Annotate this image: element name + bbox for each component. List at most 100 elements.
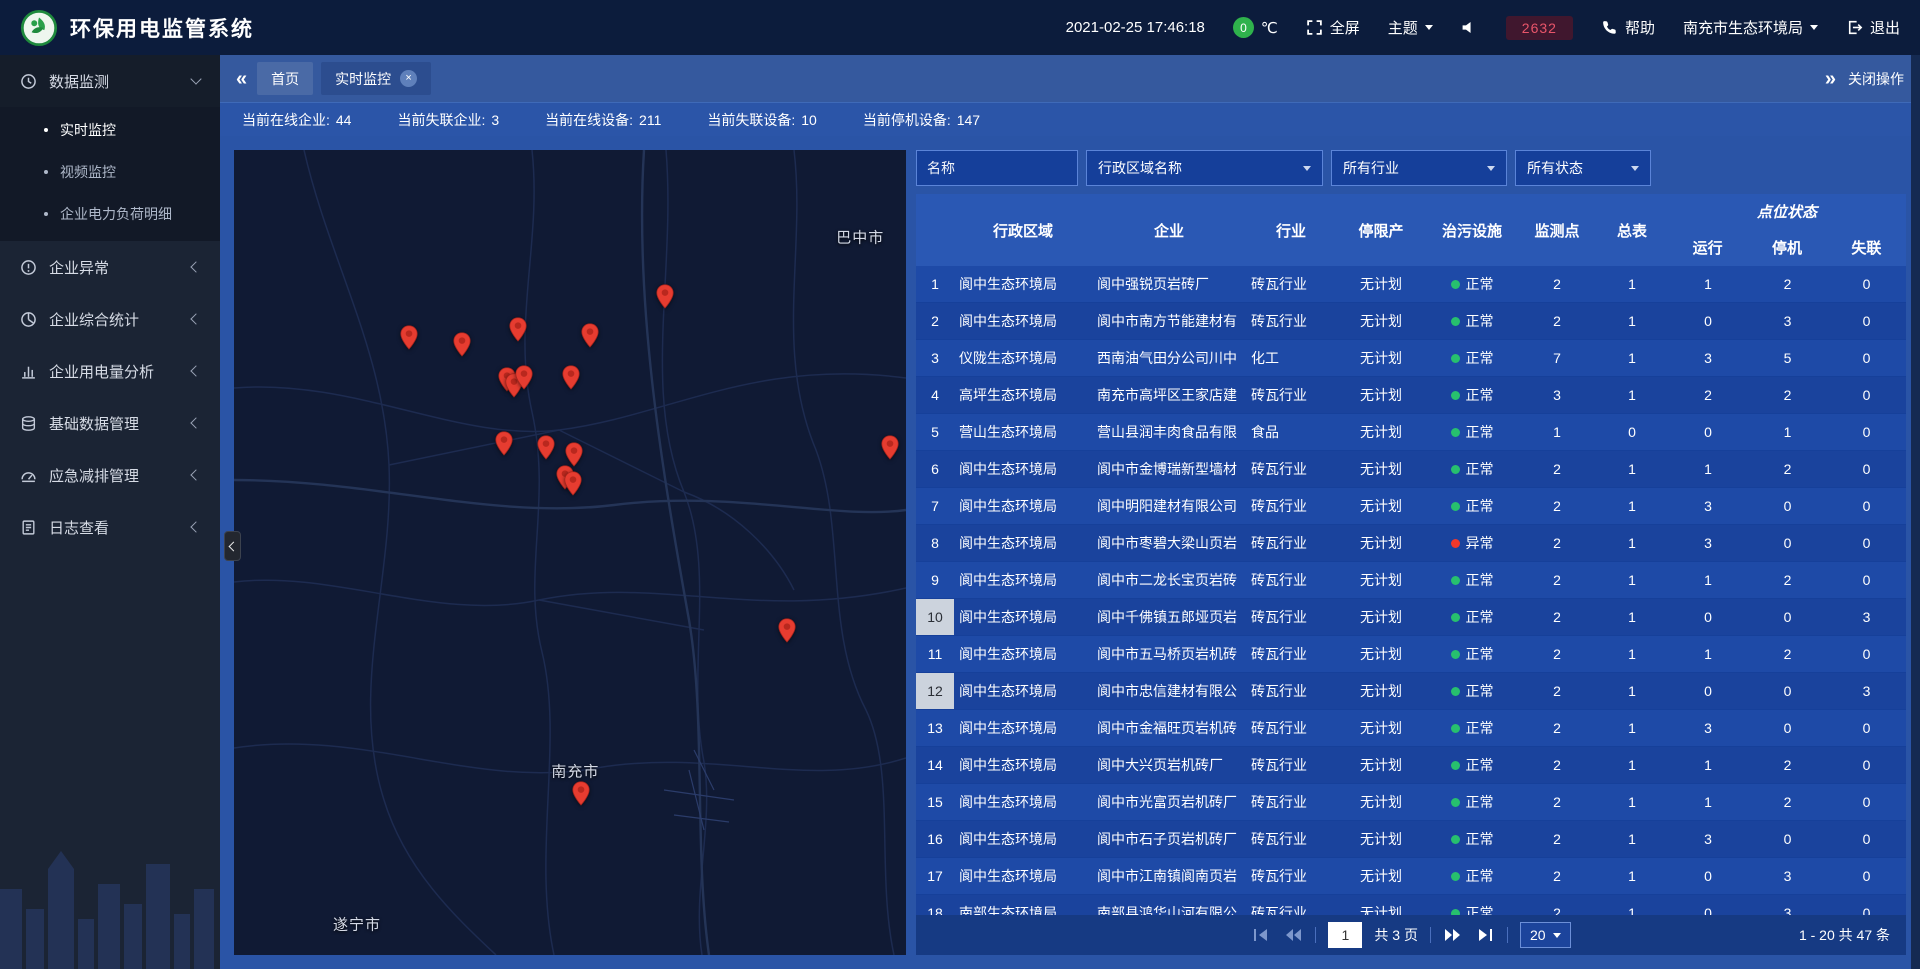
name-filter-input[interactable] — [916, 150, 1078, 186]
first-page-button[interactable] — [1251, 928, 1271, 942]
industry-filter-select[interactable]: 所有行业 — [1331, 150, 1507, 186]
sidebar-item-2[interactable]: 企业综合统计 — [0, 293, 220, 345]
tab-close-icon[interactable]: × — [400, 70, 417, 87]
page-size-select[interactable]: 20 — [1520, 922, 1571, 948]
table-row[interactable]: 10阆中生态环境局阆中千佛镇五郎垭页岩砖瓦行业无计划正常21003 — [916, 599, 1906, 636]
tab-1[interactable]: 实时监控× — [321, 62, 431, 95]
cell-lost: 0 — [1827, 747, 1906, 783]
map-pin-icon[interactable] — [399, 325, 418, 350]
table-row[interactable]: 15阆中生态环境局阆中市光富页岩机砖厂砖瓦行业无计划正常21120 — [916, 784, 1906, 821]
table-row[interactable]: 18南部生态环境局南部县鸿华山河有限公砖瓦行业无计划正常21030 — [916, 895, 1906, 915]
region-filter-select[interactable]: 行政区域名称 — [1086, 150, 1323, 186]
cell-total-meter: 1 — [1596, 858, 1668, 894]
theme-dropdown[interactable]: 主题 — [1388, 17, 1433, 38]
next-page-button[interactable] — [1443, 928, 1463, 942]
last-page-button[interactable] — [1475, 928, 1495, 942]
map-pin-icon[interactable] — [572, 781, 591, 806]
cell-facility: 正常 — [1426, 710, 1518, 746]
emergency-icon — [20, 467, 37, 484]
tab-scroll-left-icon[interactable]: « — [236, 69, 247, 89]
bullet-icon — [44, 212, 48, 216]
map[interactable]: 巴中市南充市遂宁市 — [234, 150, 906, 955]
map-pin-icon[interactable] — [536, 435, 555, 460]
page-number-input[interactable] — [1328, 922, 1362, 948]
help-button[interactable]: 帮助 — [1601, 17, 1655, 38]
sidebar-subitem-2[interactable]: 企业电力负荷明细 — [0, 193, 220, 235]
table-row[interactable]: 13阆中生态环境局阆中市金福旺页岩机砖砖瓦行业无计划正常21300 — [916, 710, 1906, 747]
cell-facility: 正常 — [1426, 821, 1518, 857]
map-pin-icon[interactable] — [880, 435, 899, 460]
table-row[interactable]: 2阆中生态环境局阆中市南方节能建材有砖瓦行业无计划正常21030 — [916, 303, 1906, 340]
col-monitor-points: 监测点 — [1518, 194, 1596, 266]
fullscreen-button[interactable]: 全屏 — [1306, 17, 1360, 38]
logout-button[interactable]: 退出 — [1846, 17, 1900, 38]
app-logo-icon — [20, 9, 58, 47]
bullet-icon — [44, 170, 48, 174]
cell-industry: 砖瓦行业 — [1246, 747, 1336, 783]
sidebar-group: 数据监测实时监控视频监控企业电力负荷明细 — [0, 55, 220, 241]
cell-industry: 砖瓦行业 — [1246, 858, 1336, 894]
cell-row-number: 4 — [916, 377, 954, 413]
speaker-icon[interactable] — [1461, 19, 1478, 36]
status-filter-select[interactable]: 所有状态 — [1515, 150, 1651, 186]
map-pin-icon[interactable] — [564, 471, 583, 496]
table-row[interactable]: 17阆中生态环境局阆中市江南镇阆南页岩砖瓦行业无计划正常21030 — [916, 858, 1906, 895]
prev-page-button[interactable] — [1283, 928, 1303, 942]
org-dropdown[interactable]: 南充市生态环境局 — [1683, 17, 1818, 38]
stats-list: 当前在线企业:44当前失联企业:3当前在线设备:211当前失联设备:10当前停机… — [242, 110, 1026, 130]
stats-bar: 当前在线企业:44当前失联企业:3当前在线设备:211当前失联设备:10当前停机… — [220, 102, 1920, 136]
cell-stop: 0 — [1748, 821, 1827, 857]
table-row[interactable]: 4高坪生态环境局南充市高坪区王家店建砖瓦行业无计划正常31220 — [916, 377, 1906, 414]
sidebar-item-6[interactable]: 日志查看 — [0, 501, 220, 553]
table-row[interactable]: 12阆中生态环境局阆中市忠信建材有限公砖瓦行业无计划正常21003 — [916, 673, 1906, 710]
table-row[interactable]: 14阆中生态环境局阆中大兴页岩机砖厂砖瓦行业无计划正常21120 — [916, 747, 1906, 784]
table-row[interactable]: 9阆中生态环境局阆中市二龙长宝页岩砖砖瓦行业无计划正常21120 — [916, 562, 1906, 599]
status-dot — [1451, 502, 1460, 511]
map-pin-icon[interactable] — [778, 618, 797, 643]
table-row[interactable]: 11阆中生态环境局阆中市五马桥页岩机砖砖瓦行业无计划正常21120 — [916, 636, 1906, 673]
sidebar-subitem-0[interactable]: 实时监控 — [0, 109, 220, 151]
map-pin-icon[interactable] — [508, 317, 527, 342]
cell-total-meter: 0 — [1596, 414, 1668, 450]
fullscreen-label: 全屏 — [1330, 17, 1360, 38]
map-pin-icon[interactable] — [453, 332, 472, 357]
database-icon — [20, 415, 37, 432]
table-row[interactable]: 16阆中生态环境局阆中市石子页岩机砖厂砖瓦行业无计划正常21300 — [916, 821, 1906, 858]
table-row[interactable]: 5营山生态环境局营山县润丰肉食品有限食品无计划正常10010 — [916, 414, 1906, 451]
map-pin-icon[interactable] — [495, 431, 514, 456]
map-pin-icon[interactable] — [565, 442, 584, 467]
table-body: 1阆中生态环境局阆中强锐页岩砖厂砖瓦行业无计划正常211202阆中生态环境局阆中… — [916, 266, 1906, 915]
scrollbar-track[interactable] — [1911, 55, 1920, 969]
sidebar-item-4[interactable]: 基础数据管理 — [0, 397, 220, 449]
facility-status-label: 异常 — [1466, 533, 1494, 553]
sidebar-subitem-1[interactable]: 视频监控 — [0, 151, 220, 193]
close-operations-button[interactable]: » 关闭操作 — [1825, 69, 1904, 89]
table-row[interactable]: 3仪陇生态环境局西南油气田分公司川中化工无计划正常71350 — [916, 340, 1906, 377]
cell-lost: 0 — [1827, 562, 1906, 598]
table-row[interactable]: 1阆中生态环境局阆中强锐页岩砖厂砖瓦行业无计划正常21120 — [916, 266, 1906, 303]
sidebar-item-1[interactable]: 企业异常 — [0, 241, 220, 293]
sidebar-item-0[interactable]: 数据监测 — [0, 55, 220, 107]
map-pin-icon[interactable] — [656, 284, 675, 309]
map-pin-icon[interactable] — [581, 323, 600, 348]
cell-total-meter: 1 — [1596, 488, 1668, 524]
notice-count-badge[interactable]: 2632 — [1506, 16, 1573, 40]
map-pin-icon[interactable] — [514, 365, 533, 390]
table-row[interactable]: 6阆中生态环境局阆中市金博瑞新型墙材砖瓦行业无计划正常21120 — [916, 451, 1906, 488]
table-row[interactable]: 8阆中生态环境局阆中市枣碧大梁山页岩砖瓦行业无计划异常21300 — [916, 525, 1906, 562]
cell-monitor-points: 2 — [1518, 636, 1596, 672]
cell-facility: 正常 — [1426, 747, 1518, 783]
cell-total-meter: 1 — [1596, 821, 1668, 857]
cell-row-number: 3 — [916, 340, 954, 376]
map-pin-icon[interactable] — [561, 365, 580, 390]
table-row[interactable]: 7阆中生态环境局阆中明阳建材有限公司砖瓦行业无计划正常21300 — [916, 488, 1906, 525]
cell-facility: 正常 — [1426, 636, 1518, 672]
sidebar-item-3[interactable]: 企业用电量分析 — [0, 345, 220, 397]
col-point-status-group: 点位状态 运行 停机 失联 — [1668, 194, 1906, 266]
map-collapse-button[interactable] — [224, 531, 241, 561]
tab-scroll-right-icon[interactable]: » — [1825, 69, 1836, 89]
tab-0[interactable]: 首页 — [257, 62, 313, 95]
cell-stop-limit: 无计划 — [1336, 303, 1426, 339]
sidebar-item-5[interactable]: 应急减排管理 — [0, 449, 220, 501]
chevron-down-icon — [1553, 933, 1561, 938]
